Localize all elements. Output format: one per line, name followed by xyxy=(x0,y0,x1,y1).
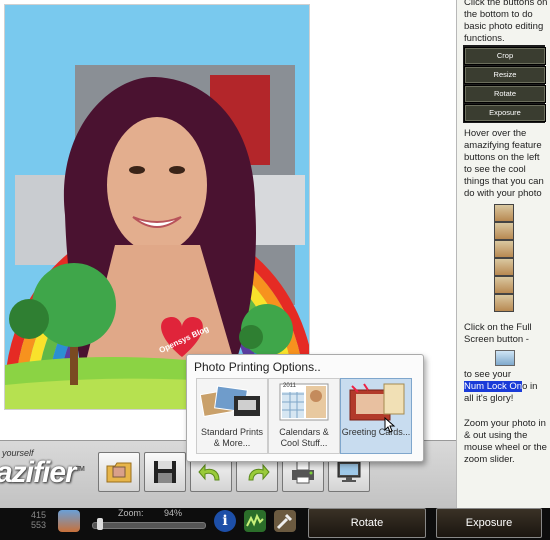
crop-button[interactable]: Crop xyxy=(464,47,546,65)
intro-text: Click the buttons on the bottom to do ba… xyxy=(464,0,548,44)
histogram-icon[interactable] xyxy=(244,510,266,532)
feature-thumb-3-icon xyxy=(494,240,514,258)
calendars-label: Calendars & Cool Stuff... xyxy=(279,427,329,448)
image-dimensions: 415 553 xyxy=(26,510,46,530)
feature-thumb-4-icon xyxy=(494,258,514,276)
feature-thumb-5-icon xyxy=(494,276,514,294)
standard-prints-option[interactable]: Standard Prints & More... xyxy=(196,378,268,454)
exposure-panel-button[interactable]: Exposure xyxy=(464,104,546,122)
greeting-cards-option[interactable]: Greeting Cards... xyxy=(340,378,412,454)
tools-wrench-icon[interactable] xyxy=(274,510,296,532)
fullscreen-text-2: to see your xyxy=(464,369,511,380)
hover-text: Hover over the amazifying feature button… xyxy=(464,128,544,199)
rotate-panel-button[interactable]: Rotate xyxy=(464,85,546,103)
zoom-value: 94% xyxy=(164,508,183,518)
greeting-cards-label: Greeting Cards... xyxy=(341,427,411,437)
undo-arrow-icon xyxy=(198,463,220,481)
num-lock-highlight: Num Lock On xyxy=(464,381,523,392)
feature-thumb-1-icon xyxy=(494,204,514,222)
open-folder-button[interactable] xyxy=(98,452,140,492)
image-info-icon[interactable] xyxy=(58,510,80,532)
standard-prints-icon xyxy=(200,385,260,418)
calendars-option[interactable]: 2011 Calendars & Cool Stuff... xyxy=(268,378,340,454)
brand-name: azifier xyxy=(0,456,77,489)
save-button[interactable] xyxy=(144,452,186,492)
mouse-cursor-icon xyxy=(384,417,396,433)
standard-prints-label: Standard Prints & More... xyxy=(200,427,264,448)
brand-tm: TM xyxy=(75,466,85,473)
editing-buttons-panel: Crop Resize Rotate Exposure xyxy=(463,45,546,123)
fullscreen-text: Click on the Full Screen button - xyxy=(464,322,532,345)
edited-photo xyxy=(5,5,309,409)
feature-thumb-2-icon xyxy=(494,222,514,240)
zoom-label: Zoom: xyxy=(118,508,144,518)
floppy-disk-icon xyxy=(154,461,176,483)
printer-icon xyxy=(292,460,314,484)
zoom-help-text: Zoom your photo in & out using the mouse… xyxy=(464,418,547,465)
image-width: 415 xyxy=(30,510,46,520)
info-icon[interactable]: i xyxy=(214,510,236,532)
app-logo: azifierTM xyxy=(0,456,85,490)
popup-title: Photo Printing Options.. xyxy=(194,360,321,374)
redo-arrow-icon xyxy=(248,463,270,481)
photo-printing-popup: Photo Printing Options.. Standard Prints… xyxy=(186,354,424,462)
calendar-year: 2011 xyxy=(283,383,296,389)
feature-thumb-6-icon xyxy=(494,294,514,312)
exposure-button[interactable]: Exposure xyxy=(436,508,542,538)
resize-button[interactable]: Resize xyxy=(464,66,546,84)
folder-icon xyxy=(106,462,132,483)
rotate-button[interactable]: Rotate xyxy=(308,508,426,538)
monitor-icon xyxy=(337,461,361,482)
fullscreen-icon[interactable] xyxy=(495,350,515,366)
photo-frame[interactable]: Opensys Blog xyxy=(4,4,310,410)
greeting-card-icon xyxy=(349,383,405,421)
help-panel: Click the buttons on the bottom to do ba… xyxy=(456,0,550,508)
zoom-slider-track[interactable] xyxy=(92,522,206,529)
calendar-icon xyxy=(279,383,329,421)
image-height: 553 xyxy=(30,520,46,530)
zoom-slider-thumb[interactable] xyxy=(97,518,104,530)
